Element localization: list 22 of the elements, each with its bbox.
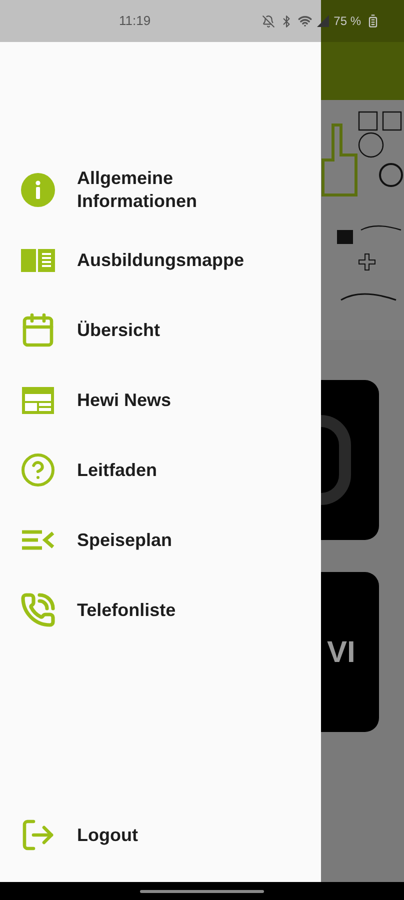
battery-icon bbox=[366, 14, 380, 28]
bell-off-icon bbox=[262, 14, 275, 28]
signal-icon bbox=[316, 15, 329, 27]
wifi-icon bbox=[298, 14, 312, 28]
home-handle[interactable] bbox=[140, 890, 264, 892]
battery-percent: 75 % bbox=[334, 13, 361, 30]
menu-item[interactable]: Ausbildungsmappe bbox=[0, 225, 321, 295]
phone-icon bbox=[20, 592, 56, 628]
tile-text: VI bbox=[327, 634, 356, 670]
logout-item[interactable]: Logout bbox=[0, 810, 321, 860]
logout-icon bbox=[20, 817, 56, 853]
ring-icon bbox=[321, 415, 351, 505]
menu-item[interactable]: Hewi News bbox=[0, 365, 321, 435]
menu-item[interactable]: Allgemeine Informationen bbox=[0, 155, 321, 225]
calendar-icon bbox=[20, 312, 56, 348]
status-time: 11:19 bbox=[119, 12, 151, 30]
menu-item[interactable]: Speiseplan bbox=[0, 505, 321, 575]
info-icon bbox=[20, 172, 56, 208]
menu-item[interactable]: Telefonliste bbox=[0, 575, 321, 645]
menu-item[interactable]: Leitfaden bbox=[0, 435, 321, 505]
menu-item[interactable]: Übersicht bbox=[0, 295, 321, 365]
help-icon bbox=[20, 452, 56, 488]
